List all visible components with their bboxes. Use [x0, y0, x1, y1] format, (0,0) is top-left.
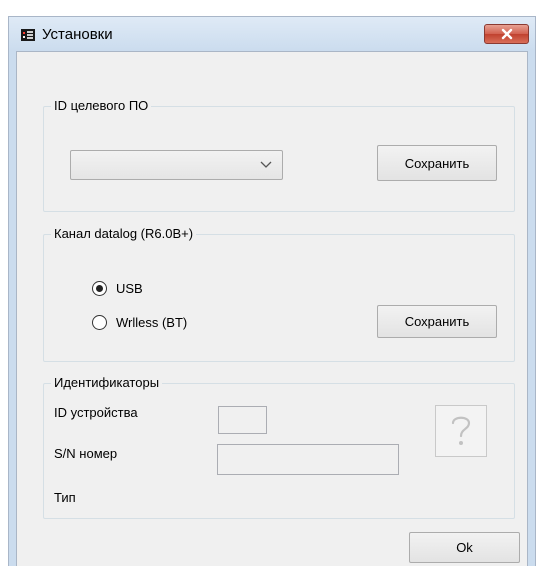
- dialog-client-area: ID целевого ПО Сохранить Канал datalog (…: [16, 51, 528, 566]
- radio-usb[interactable]: USB: [92, 281, 143, 296]
- datalog-save-label: Сохранить: [404, 314, 470, 329]
- ok-button[interactable]: Ok: [409, 532, 520, 563]
- target-fw-select[interactable]: [70, 150, 283, 180]
- device-id-field[interactable]: [218, 406, 267, 434]
- type-label: Тип: [54, 490, 76, 505]
- radio-bt-indicator[interactable]: [92, 315, 107, 330]
- close-button[interactable]: [484, 24, 529, 44]
- target-fw-group-label: ID целевого ПО: [51, 98, 152, 113]
- datalog-group-label: Канал datalog (R6.0B+): [51, 226, 197, 241]
- datalog-save-button[interactable]: Сохранить: [377, 305, 497, 338]
- datalog-group: Канал datalog (R6.0B+) USB Wrlless (BT) …: [43, 226, 515, 362]
- serial-field[interactable]: [217, 444, 399, 475]
- title-bar[interactable]: Установки: [9, 17, 535, 51]
- identifiers-group: Идентификаторы ID устройства S/N номер Т…: [43, 375, 515, 519]
- serial-label: S/N номер: [54, 446, 118, 461]
- settings-dialog: Установки ID целевого ПО Сохранить Канал…: [8, 16, 536, 566]
- close-icon: [501, 28, 512, 40]
- target-fw-save-label: Сохранить: [404, 155, 470, 171]
- radio-usb-label: USB: [116, 281, 143, 296]
- chevron-down-icon: [260, 161, 272, 168]
- help-button[interactable]: [435, 405, 487, 457]
- identifiers-group-label: Идентификаторы: [51, 375, 163, 390]
- target-fw-group: ID целевого ПО Сохранить: [43, 98, 515, 212]
- window-title: Установки: [42, 26, 113, 43]
- target-fw-save-button[interactable]: Сохранить: [377, 145, 497, 181]
- radio-bt-label: Wrlless (BT): [116, 315, 188, 330]
- app-icon: [21, 29, 35, 41]
- question-mark-icon: [451, 416, 471, 445]
- radio-bt[interactable]: Wrlless (BT): [92, 315, 187, 330]
- device-id-label: ID устройства: [54, 405, 138, 420]
- ok-label: Ok: [456, 540, 473, 555]
- radio-usb-indicator[interactable]: [92, 281, 107, 296]
